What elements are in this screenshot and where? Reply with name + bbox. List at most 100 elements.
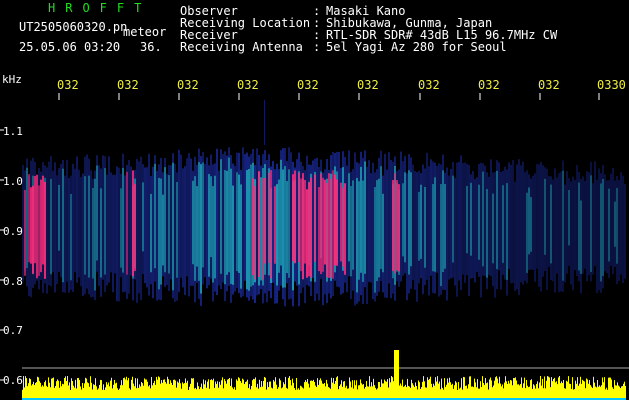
signal-column-mid bbox=[26, 167, 28, 269]
level-bar bbox=[79, 380, 80, 398]
level-bar bbox=[511, 380, 512, 398]
signal-column bbox=[368, 160, 370, 282]
level-bar bbox=[471, 386, 472, 398]
level-bar bbox=[118, 389, 119, 398]
level-bar bbox=[112, 388, 113, 398]
level-bar bbox=[456, 382, 457, 398]
level-bar bbox=[298, 388, 299, 398]
level-bar bbox=[518, 384, 519, 398]
signal-column bbox=[74, 168, 76, 273]
signal-column bbox=[458, 161, 460, 281]
signal-column bbox=[588, 172, 590, 276]
signal-column-mid bbox=[210, 176, 212, 258]
level-bar bbox=[103, 384, 104, 398]
signal-column bbox=[46, 167, 48, 294]
level-bar bbox=[214, 387, 215, 398]
level-bar bbox=[520, 384, 521, 398]
level-bar bbox=[533, 384, 534, 398]
level-bar bbox=[545, 388, 546, 398]
level-bar bbox=[574, 389, 575, 398]
level-bar bbox=[569, 383, 570, 398]
signal-column bbox=[522, 161, 524, 285]
signal-column bbox=[216, 148, 218, 296]
level-bar bbox=[276, 384, 277, 398]
level-bar bbox=[91, 382, 92, 398]
signal-column bbox=[474, 178, 476, 283]
level-bar bbox=[400, 383, 401, 398]
image-filename: UT2505060320.pn bbox=[19, 20, 128, 34]
level-bar bbox=[377, 388, 378, 398]
level-bar bbox=[252, 380, 253, 398]
level-bar bbox=[383, 383, 384, 398]
level-bar bbox=[23, 376, 24, 398]
level-bar bbox=[366, 380, 367, 398]
signal-column-hot bbox=[294, 170, 296, 264]
signal-column bbox=[218, 170, 220, 286]
signal-column bbox=[498, 162, 500, 271]
level-bar bbox=[562, 382, 563, 398]
level-bar bbox=[342, 386, 343, 398]
level-bar bbox=[77, 378, 78, 398]
level-bar bbox=[480, 381, 481, 398]
level-bar bbox=[22, 389, 23, 398]
signal-column-hot bbox=[44, 181, 46, 279]
level-bar bbox=[598, 386, 599, 398]
level-bar bbox=[113, 384, 114, 398]
level-bar bbox=[341, 380, 342, 398]
signal-column bbox=[416, 172, 418, 302]
level-bar bbox=[435, 377, 436, 398]
level-bar bbox=[583, 380, 584, 398]
level-bar bbox=[81, 389, 82, 398]
level-bar bbox=[396, 350, 397, 398]
signal-column bbox=[316, 157, 318, 294]
level-bar bbox=[117, 388, 118, 398]
level-bar bbox=[501, 386, 502, 398]
signal-column-mid bbox=[92, 187, 94, 279]
level-bar bbox=[234, 387, 235, 398]
level-bar bbox=[238, 377, 239, 398]
signal-column bbox=[78, 169, 80, 278]
level-bar bbox=[535, 388, 536, 398]
signal-column bbox=[234, 165, 236, 292]
level-bar bbox=[596, 387, 597, 398]
signal-column-mid bbox=[352, 180, 354, 270]
level-bar bbox=[393, 381, 394, 398]
level-bar bbox=[280, 380, 281, 398]
signal-column bbox=[574, 179, 576, 271]
level-bar bbox=[55, 386, 56, 398]
level-bar bbox=[166, 383, 167, 398]
level-bar bbox=[333, 378, 334, 398]
level-bar bbox=[174, 379, 175, 398]
signal-column-mid bbox=[410, 172, 412, 267]
level-bar bbox=[457, 389, 458, 398]
level-bar bbox=[475, 382, 476, 398]
signal-column bbox=[456, 162, 458, 297]
level-bar bbox=[587, 379, 588, 398]
level-bar bbox=[354, 380, 355, 398]
time-tick-label: 032 bbox=[177, 78, 199, 92]
level-bar bbox=[294, 388, 295, 398]
signal-column bbox=[520, 165, 522, 283]
signal-column-mid bbox=[62, 168, 64, 283]
level-bar bbox=[204, 384, 205, 398]
level-bar bbox=[279, 378, 280, 398]
signal-column bbox=[386, 169, 388, 298]
signal-column bbox=[504, 166, 506, 280]
level-bar bbox=[502, 384, 503, 398]
level-bar bbox=[364, 388, 365, 398]
level-bar bbox=[476, 387, 477, 398]
signal-column bbox=[166, 174, 168, 286]
level-bar bbox=[320, 378, 321, 398]
level-bar bbox=[68, 385, 69, 398]
signal-column-hot bbox=[310, 177, 312, 278]
level-bar bbox=[421, 387, 422, 398]
level-bar bbox=[160, 383, 161, 398]
signal-column-mid bbox=[580, 200, 582, 274]
level-bar bbox=[623, 383, 624, 398]
level-bar bbox=[532, 388, 533, 398]
level-bar bbox=[121, 380, 122, 398]
level-bar bbox=[90, 376, 91, 398]
level-bar bbox=[450, 382, 451, 398]
level-bar bbox=[462, 389, 463, 398]
level-bar bbox=[254, 379, 255, 398]
